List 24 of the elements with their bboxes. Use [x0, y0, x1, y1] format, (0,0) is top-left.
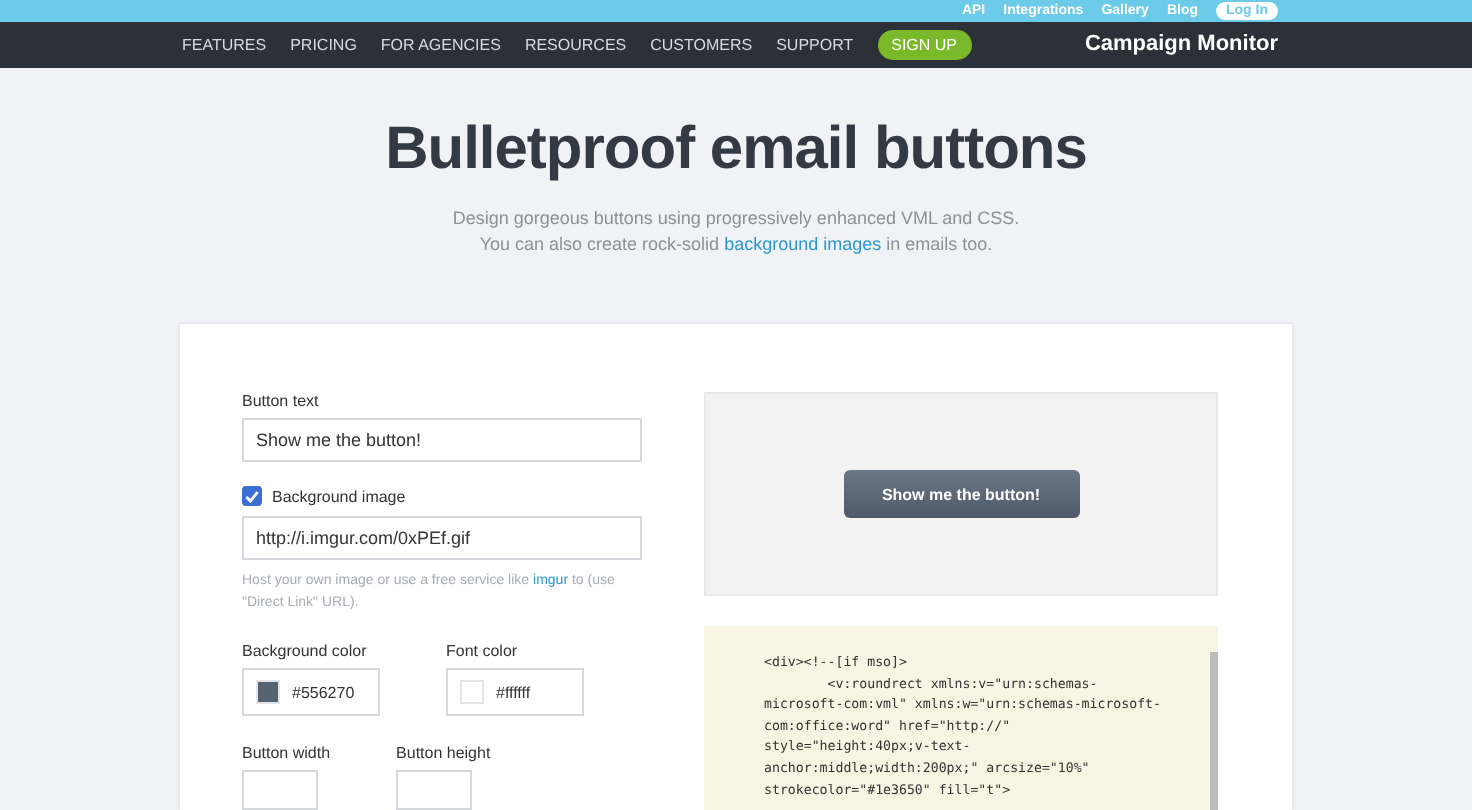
field-label: Font color [446, 642, 520, 660]
preview-button[interactable]: Show me the button! [843, 470, 1079, 518]
size-field[interactable] [242, 770, 318, 810]
field-label: Button text [242, 392, 321, 410]
intro-text: Design gorgeous buttons using progressively enhanced VML and CSS. You can also create rock-solid background images in emails too. [450, 206, 1022, 258]
nav-link[interactable]: FOR AGENCIES [380, 35, 501, 54]
button-text-field[interactable]: Show me the button! [242, 418, 642, 462]
checkbox[interactable] [242, 486, 262, 506]
color-field[interactable]: #ffffff [446, 668, 584, 716]
nav-link[interactable]: SUPPORT [776, 35, 854, 54]
nav-link[interactable]: FEATURES [182, 35, 267, 54]
field-label: Button width [242, 744, 331, 762]
nav-link[interactable]: PRICING [290, 35, 357, 54]
brand-logo[interactable]: Campaign Monitor [1084, 32, 1278, 57]
color-field[interactable]: #556270 [242, 668, 380, 716]
nav-link[interactable]: CUSTOMERS [650, 35, 753, 54]
scrollbar[interactable] [1210, 652, 1218, 810]
size-field[interactable] [396, 770, 473, 810]
page-title: Bulletproof email buttons [385, 116, 1087, 184]
nav-link[interactable]: RESOURCES [524, 35, 627, 54]
checkbox-label: Background image [272, 487, 406, 505]
field-label: Button height [396, 744, 491, 762]
field-label: Background color [242, 642, 369, 660]
image-url-field[interactable]: http://i.imgur.com/0xPEf.gif [242, 516, 642, 560]
